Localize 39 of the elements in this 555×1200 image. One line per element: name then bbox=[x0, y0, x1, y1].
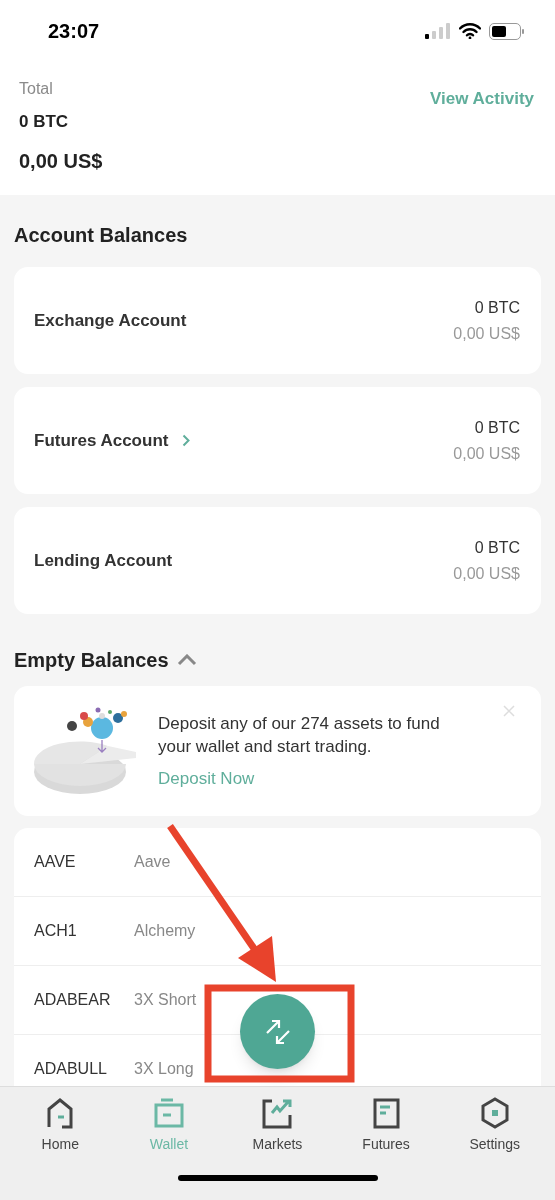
signal-icon bbox=[425, 23, 451, 39]
account-fiat: 0,00 US$ bbox=[453, 323, 520, 344]
wifi-icon bbox=[459, 23, 481, 39]
account-card[interactable]: Futures Account 0 BTC 0,00 US$ bbox=[14, 387, 541, 494]
asset-symbol: ADABULL bbox=[34, 1059, 108, 1079]
total-label: Total bbox=[19, 79, 54, 99]
account-name: Exchange Account bbox=[34, 309, 187, 332]
tab[interactable]: Home bbox=[15, 1097, 106, 1155]
account-name: Futures Account bbox=[34, 429, 169, 452]
tab[interactable]: Futures bbox=[341, 1097, 432, 1155]
status-time: 23:07 bbox=[48, 19, 100, 44]
tab[interactable]: Markets bbox=[232, 1097, 323, 1155]
asset-name: Alchemy bbox=[134, 921, 196, 941]
asset-symbol: AAVE bbox=[34, 852, 77, 872]
tab[interactable]: Settings bbox=[449, 1097, 540, 1155]
wallet-icon bbox=[152, 1097, 185, 1129]
account-card[interactable]: Lending Account 0 BTC 0,00 US$ bbox=[14, 507, 541, 614]
account-btc: 0 BTC bbox=[474, 537, 520, 558]
chevron-up-icon[interactable] bbox=[176, 654, 197, 666]
asset-symbol: ADABEAR bbox=[34, 990, 112, 1010]
battery-icon bbox=[489, 22, 525, 40]
asset-name: 3X Short bbox=[134, 990, 197, 1010]
account-fiat: 0,00 US$ bbox=[453, 563, 520, 584]
total-fiat: 0,00 US$ bbox=[19, 149, 103, 174]
account-btc: 0 BTC bbox=[474, 417, 520, 438]
chevron-right-icon[interactable] bbox=[182, 434, 191, 447]
promo-text: Deposit any of our 274 assets to fund your wallet and start trading. bbox=[158, 713, 441, 758]
account-fiat: 0,00 US$ bbox=[453, 443, 520, 464]
asset-name: 3X Long bbox=[134, 1059, 194, 1079]
section-title: Account Balances bbox=[14, 223, 189, 248]
chart-icon bbox=[261, 1097, 294, 1129]
account-name: Lending Account bbox=[34, 549, 173, 572]
total-btc: 0 BTC bbox=[19, 111, 70, 133]
account-card[interactable]: Exchange Account 0 BTC 0,00 US$ bbox=[14, 267, 541, 374]
section-title: Empty Balances bbox=[14, 648, 169, 673]
asset-name: Aave bbox=[134, 852, 171, 872]
asset-row[interactable]: AAVE Aave bbox=[14, 828, 541, 897]
account-btc: 0 BTC bbox=[474, 297, 520, 318]
asset-symbol: ACH1 bbox=[34, 921, 78, 941]
